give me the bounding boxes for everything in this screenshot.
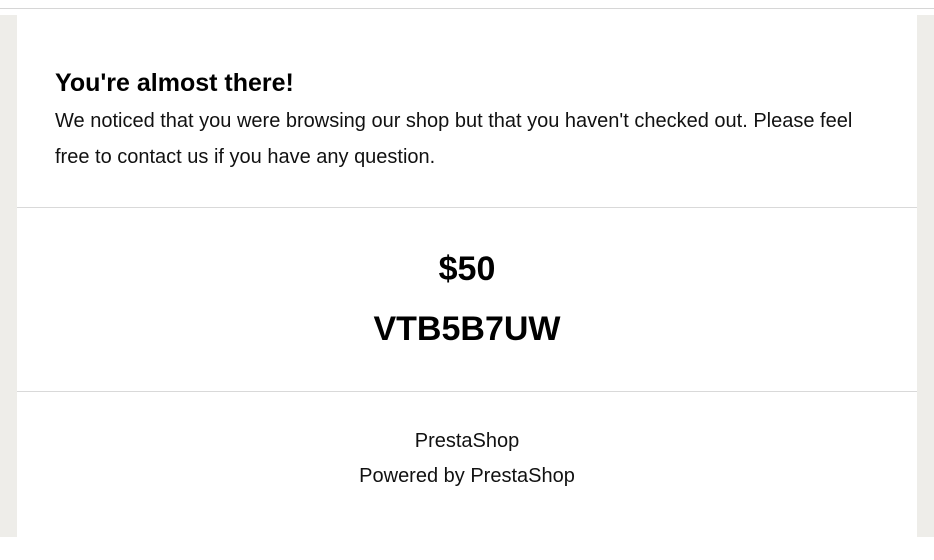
right-gutter: [917, 15, 934, 560]
intro-section: You're almost there! We noticed that you…: [55, 67, 875, 175]
bottom-strip: [0, 537, 934, 560]
powered-by-text: Powered by PrestaShop: [359, 465, 575, 487]
email-footer: PrestaShop Powered by PrestaShop: [17, 424, 917, 494]
voucher-code: VTB5B7UW: [373, 310, 561, 348]
section-divider-2: [17, 391, 917, 392]
top-divider: [0, 8, 934, 9]
email-page: You're almost there! We noticed that you…: [0, 0, 934, 560]
voucher-amount: $50: [438, 250, 496, 288]
voucher-section: $50 VTB5B7UW: [17, 241, 917, 361]
intro-title: You're almost there!: [55, 69, 294, 97]
left-gutter: [0, 15, 17, 560]
email-card: You're almost there! We noticed that you…: [17, 15, 917, 537]
shop-name: PrestaShop: [414, 430, 520, 452]
section-divider-1: [17, 207, 917, 208]
intro-body: We noticed that you were browsing our sh…: [55, 110, 853, 168]
